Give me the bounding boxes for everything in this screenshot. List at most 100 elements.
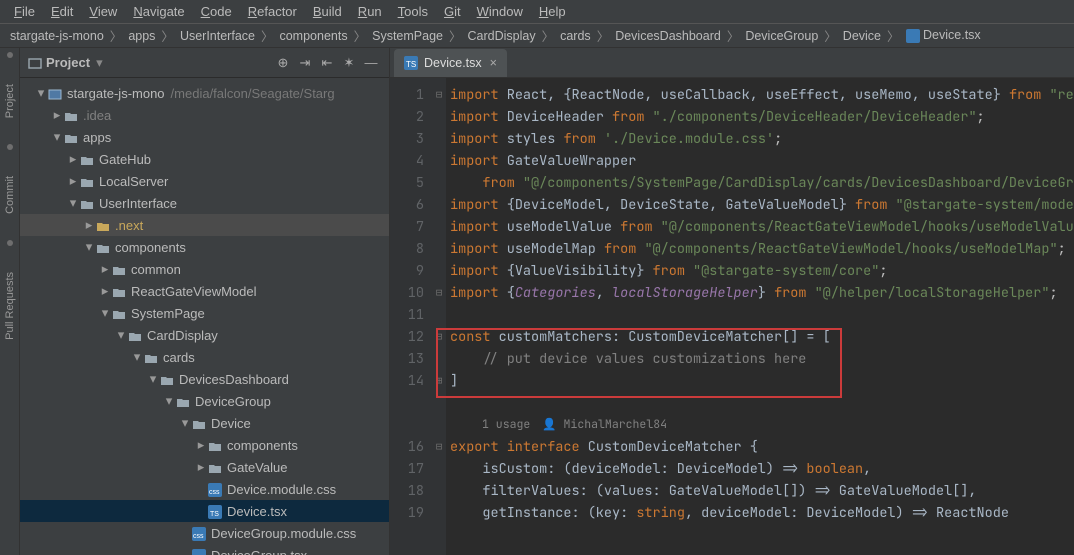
project-tree[interactable]: ▾stargate-js-mono/media/falcon/Seagate/S… — [20, 78, 389, 555]
tree-node[interactable]: ▸GateValue — [20, 456, 389, 478]
code-line[interactable]: import useModelMap from "@/components/Re… — [446, 238, 1074, 260]
tree-node[interactable]: ▾stargate-js-mono/media/falcon/Seagate/S… — [20, 82, 389, 104]
tree-arrow-icon[interactable]: ▾ — [84, 239, 94, 255]
code-line[interactable]: getInstance: (key: string, deviceModel: … — [446, 502, 1074, 524]
tool-indicator — [7, 240, 13, 246]
tree-node[interactable]: ▾Device — [20, 412, 389, 434]
menu-file[interactable]: File — [6, 1, 43, 22]
code-line[interactable]: import GateValueWrapper — [446, 150, 1074, 172]
tree-arrow-icon[interactable]: ▾ — [180, 415, 190, 431]
tree-node[interactable]: cssDeviceGroup.module.css — [20, 522, 389, 544]
code-line[interactable]: filterValues: (values: GateValueModel[])… — [446, 480, 1074, 502]
tree-node[interactable]: cssDevice.module.css — [20, 478, 389, 500]
breadcrumb-item[interactable]: UserInterface — [178, 29, 257, 43]
tree-node[interactable]: ▾DevicesDashboard — [20, 368, 389, 390]
tree-node[interactable]: ▸GateHub — [20, 148, 389, 170]
code-line[interactable]: export interface CustomDeviceMatcher { — [446, 436, 1074, 458]
usage-hint[interactable]: 1 usage👤 MichalMarchel84 — [446, 414, 1074, 436]
tree-node[interactable]: ▾components — [20, 236, 389, 258]
breadcrumb-item[interactable]: stargate-js-mono — [8, 29, 106, 43]
tool-window-button[interactable]: Project — [4, 78, 16, 124]
tree-node[interactable]: ▾cards — [20, 346, 389, 368]
tree-arrow-icon[interactable]: ▾ — [52, 129, 62, 145]
tree-arrow-icon[interactable]: ▾ — [116, 327, 126, 343]
breadcrumb-item[interactable]: CardDisplay — [466, 29, 538, 43]
tree-arrow-icon[interactable]: ▸ — [52, 107, 62, 123]
tree-node[interactable]: ▾UserInterface — [20, 192, 389, 214]
tree-node[interactable]: ▸components — [20, 434, 389, 456]
tree-label: DeviceGroup.tsx — [211, 548, 307, 555]
menu-code[interactable]: Code — [193, 1, 240, 22]
fold-column[interactable]: ⊟⊟⊟⊞⊟ — [432, 78, 446, 555]
editor-tab-active[interactable]: TS Device.tsx × — [394, 49, 507, 77]
breadcrumb-item[interactable]: Device — [841, 29, 883, 43]
menu-run[interactable]: Run — [350, 1, 390, 22]
close-icon[interactable]: × — [490, 56, 497, 70]
tree-arrow-icon[interactable]: ▸ — [100, 283, 110, 299]
tree-arrow-icon[interactable]: ▾ — [100, 305, 110, 321]
tree-node[interactable]: ▸LocalServer — [20, 170, 389, 192]
tree-node[interactable]: ▸.next — [20, 214, 389, 236]
tree-arrow-icon[interactable]: ▾ — [148, 371, 158, 387]
highlight-box — [436, 328, 842, 398]
tree-arrow-icon[interactable]: ▸ — [68, 151, 78, 167]
breadcrumb-item[interactable]: cards — [558, 29, 593, 43]
code-line[interactable]: isCustom: (deviceModel: DeviceModel) => … — [446, 458, 1074, 480]
breadcrumb-item[interactable]: DeviceGroup — [743, 29, 820, 43]
code-line[interactable]: import {ValueVisibility} from "@stargate… — [446, 260, 1074, 282]
tree-node[interactable]: ▸.idea — [20, 104, 389, 126]
tree-node[interactable]: ▸common — [20, 258, 389, 280]
menu-view[interactable]: View — [81, 1, 125, 22]
code-editor[interactable]: 123456789101112131416171819 ⊟⊟⊟⊞⊟ import… — [390, 78, 1074, 555]
tree-node[interactable]: TSDevice.tsx — [20, 500, 389, 522]
code-line[interactable]: import styles from './Device.module.css'… — [446, 128, 1074, 150]
tree-arrow-icon[interactable]: ▸ — [100, 261, 110, 277]
breadcrumb-item[interactable]: SystemPage — [370, 29, 445, 43]
tree-arrow-icon[interactable]: ▾ — [164, 393, 174, 409]
menu-tools[interactable]: Tools — [390, 1, 436, 22]
tree-arrow-icon[interactable]: ▸ — [84, 217, 94, 233]
dropdown-icon[interactable]: ▾ — [96, 55, 103, 71]
tree-arrow-icon[interactable]: ▸ — [196, 459, 206, 475]
tree-node[interactable]: ▾CardDisplay — [20, 324, 389, 346]
tree-arrow-icon[interactable]: ▸ — [196, 437, 206, 453]
tool-window-button[interactable]: Pull Requests — [4, 266, 16, 346]
tree-arrow-icon[interactable]: ▾ — [68, 195, 78, 211]
tree-node[interactable]: ▾SystemPage — [20, 302, 389, 324]
select-opened-file-icon[interactable]: ⊕ — [273, 53, 293, 73]
tree-node[interactable]: TS DeviceGroup.tsx — [20, 544, 389, 555]
menu-git[interactable]: Git — [436, 1, 469, 22]
settings-icon[interactable]: ✶ — [339, 53, 359, 73]
menu-refactor[interactable]: Refactor — [240, 1, 305, 22]
code-line[interactable]: import DeviceHeader from "./components/D… — [446, 106, 1074, 128]
code-line[interactable]: import React, {ReactNode, useCallback, u… — [446, 84, 1074, 106]
expand-all-icon[interactable]: ⇥ — [295, 53, 315, 73]
tree-node[interactable]: ▾DeviceGroup — [20, 390, 389, 412]
code-line[interactable]: import useModelValue from "@/components/… — [446, 216, 1074, 238]
tree-arrow-icon[interactable]: ▸ — [68, 173, 78, 189]
tree-node[interactable]: ▾apps — [20, 126, 389, 148]
tree-node[interactable]: ▸ReactGateViewModel — [20, 280, 389, 302]
chevron-right-icon: 〉 — [445, 26, 466, 45]
collapse-all-icon[interactable]: ⇤ — [317, 53, 337, 73]
menu-navigate[interactable]: Navigate — [125, 1, 192, 22]
breadcrumb-item[interactable]: components — [277, 29, 349, 43]
breadcrumb-item[interactable]: apps — [126, 29, 157, 43]
tool-window-button[interactable]: Commit — [4, 170, 16, 220]
menu-build[interactable]: Build — [305, 1, 350, 22]
breadcrumb-item[interactable]: DevicesDashboard — [613, 29, 723, 43]
code-line[interactable]: import {Categories, localStorageHelper} … — [446, 282, 1074, 304]
breadcrumb-item[interactable]: Device.tsx — [904, 28, 983, 43]
tree-arrow-icon[interactable]: ▾ — [36, 85, 46, 101]
menu-window[interactable]: Window — [469, 1, 531, 22]
code-body[interactable]: import React, {ReactNode, useCallback, u… — [446, 78, 1074, 555]
code-line[interactable]: from "@/components/SystemPage/CardDispla… — [446, 172, 1074, 194]
menu-edit[interactable]: Edit — [43, 1, 81, 22]
menu-help[interactable]: Help — [531, 1, 574, 22]
code-line[interactable] — [446, 304, 1074, 326]
tsx-icon: TS — [192, 547, 206, 555]
hide-icon[interactable]: — — [361, 53, 381, 73]
tree-arrow-icon[interactable]: ▾ — [132, 349, 142, 365]
code-line[interactable]: import {DeviceModel, DeviceState, GateVa… — [446, 194, 1074, 216]
folder-icon — [96, 239, 110, 255]
